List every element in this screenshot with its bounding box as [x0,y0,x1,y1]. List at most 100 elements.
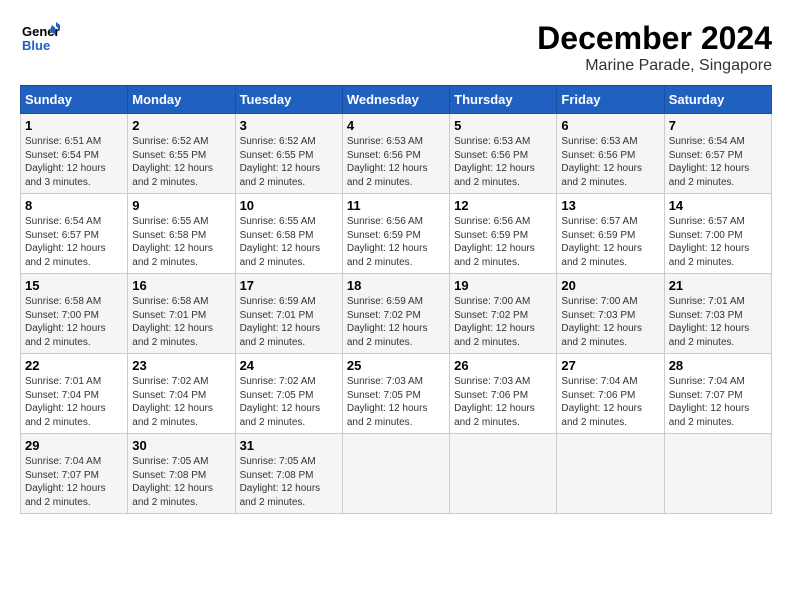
day-info: Sunrise: 6:58 AM Sunset: 7:00 PM Dayligh… [25,295,123,349]
day-number: 28 [669,358,767,373]
day-number: 3 [240,118,338,133]
day-info: Sunrise: 6:57 AM Sunset: 6:59 PM Dayligh… [561,215,659,269]
day-info: Sunrise: 6:54 AM Sunset: 6:57 PM Dayligh… [669,135,767,189]
day-info: Sunrise: 6:52 AM Sunset: 6:55 PM Dayligh… [132,135,230,189]
day-number: 15 [25,278,123,293]
calendar-cell: 28 Sunrise: 7:04 AM Sunset: 7:07 PM Dayli… [664,354,771,434]
svg-text:Blue: Blue [22,38,50,53]
logo: General Blue [20,20,60,65]
header-sunday: Sunday [21,86,128,114]
day-number: 14 [669,198,767,213]
calendar-cell [342,434,449,514]
day-info: Sunrise: 6:55 AM Sunset: 6:58 PM Dayligh… [132,215,230,269]
day-number: 25 [347,358,445,373]
calendar-header-row: SundayMondayTuesdayWednesdayThursdayFrid… [21,86,772,114]
calendar-cell: 16Sunrise: 6:58 AM Sunset: 7:01 PM Dayli… [128,274,235,354]
day-info: Sunrise: 7:05 AM Sunset: 7:08 PM Dayligh… [132,455,230,509]
calendar-cell: 19Sunrise: 7:00 AM Sunset: 7:02 PM Dayli… [450,274,557,354]
day-info: Sunrise: 6:53 AM Sunset: 6:56 PM Dayligh… [561,135,659,189]
day-info: Sunrise: 7:04 AM Sunset: 7:07 PM Dayligh… [669,375,767,429]
day-number: 29 [25,438,123,453]
day-number: 30 [132,438,230,453]
day-info: Sunrise: 6:53 AM Sunset: 6:56 PM Dayligh… [454,135,552,189]
calendar-week-row: 1 Sunrise: 6:51 AM Sunset: 6:54 PM Daylig… [21,114,772,194]
day-number: 1 [25,118,123,133]
day-number: 20 [561,278,659,293]
day-info: Sunrise: 7:00 AM Sunset: 7:03 PM Dayligh… [561,295,659,349]
day-number: 27 [561,358,659,373]
header-saturday: Saturday [664,86,771,114]
day-number: 31 [240,438,338,453]
calendar-week-row: 22 Sunrise: 7:01 AM Sunset: 7:04 PM Dayli… [21,354,772,434]
calendar-cell: 18 Sunrise: 6:59 AM Sunset: 7:02 PM Dayli… [342,274,449,354]
day-number: 21 [669,278,767,293]
day-info: Sunrise: 6:51 AM Sunset: 6:54 PM Dayligh… [25,135,123,189]
calendar-table: SundayMondayTuesdayWednesdayThursdayFrid… [20,85,772,514]
calendar-cell: 22 Sunrise: 7:01 AM Sunset: 7:04 PM Dayli… [21,354,128,434]
day-number: 10 [240,198,338,213]
calendar-cell [450,434,557,514]
day-number: 22 [25,358,123,373]
calendar-cell: 15 Sunrise: 6:58 AM Sunset: 7:00 PM Dayli… [21,274,128,354]
calendar-cell [557,434,664,514]
day-info: Sunrise: 7:03 AM Sunset: 7:06 PM Dayligh… [454,375,552,429]
calendar-week-row: 29 Sunrise: 7:04 AM Sunset: 7:07 PM Dayli… [21,434,772,514]
header-monday: Monday [128,86,235,114]
calendar-cell: 13 Sunrise: 6:57 AM Sunset: 6:59 PM Dayli… [557,194,664,274]
day-number: 2 [132,118,230,133]
day-number: 24 [240,358,338,373]
calendar-cell: 21 Sunrise: 7:01 AM Sunset: 7:03 PM Dayli… [664,274,771,354]
day-number: 4 [347,118,445,133]
day-info: Sunrise: 6:58 AM Sunset: 7:01 PM Dayligh… [132,295,230,349]
day-info: Sunrise: 7:02 AM Sunset: 7:05 PM Dayligh… [240,375,338,429]
day-info: Sunrise: 7:01 AM Sunset: 7:03 PM Dayligh… [669,295,767,349]
calendar-cell: 4 Sunrise: 6:53 AM Sunset: 6:56 PM Daylig… [342,114,449,194]
calendar-cell: 12 Sunrise: 6:56 AM Sunset: 6:59 PM Dayli… [450,194,557,274]
day-info: Sunrise: 7:01 AM Sunset: 7:04 PM Dayligh… [25,375,123,429]
calendar-cell: 26Sunrise: 7:03 AM Sunset: 7:06 PM Dayli… [450,354,557,434]
day-info: Sunrise: 6:59 AM Sunset: 7:02 PM Dayligh… [347,295,445,349]
day-number: 18 [347,278,445,293]
header-tuesday: Tuesday [235,86,342,114]
calendar-cell: 23Sunrise: 7:02 AM Sunset: 7:04 PM Dayli… [128,354,235,434]
day-number: 17 [240,278,338,293]
day-info: Sunrise: 6:55 AM Sunset: 6:58 PM Dayligh… [240,215,338,269]
calendar-cell: 25 Sunrise: 7:03 AM Sunset: 7:05 PM Dayli… [342,354,449,434]
calendar-cell: 3 Sunrise: 6:52 AM Sunset: 6:55 PM Daylig… [235,114,342,194]
calendar-cell: 8Sunrise: 6:54 AM Sunset: 6:57 PM Daylig… [21,194,128,274]
calendar-cell: 27 Sunrise: 7:04 AM Sunset: 7:06 PM Dayli… [557,354,664,434]
day-info: Sunrise: 6:57 AM Sunset: 7:00 PM Dayligh… [669,215,767,269]
day-number: 8 [25,198,123,213]
title-block: December 2024 Marine Parade, Singapore [537,20,772,75]
day-info: Sunrise: 7:04 AM Sunset: 7:06 PM Dayligh… [561,375,659,429]
calendar-cell: 2 Sunrise: 6:52 AM Sunset: 6:55 PM Daylig… [128,114,235,194]
day-number: 5 [454,118,552,133]
page-title: December 2024 [537,20,772,57]
calendar-cell: 20 Sunrise: 7:00 AM Sunset: 7:03 PM Dayli… [557,274,664,354]
day-info: Sunrise: 6:53 AM Sunset: 6:56 PM Dayligh… [347,135,445,189]
calendar-cell: 31Sunrise: 7:05 AM Sunset: 7:08 PM Dayli… [235,434,342,514]
day-info: Sunrise: 6:52 AM Sunset: 6:55 PM Dayligh… [240,135,338,189]
day-number: 19 [454,278,552,293]
day-number: 12 [454,198,552,213]
calendar-cell: 24 Sunrise: 7:02 AM Sunset: 7:05 PM Dayli… [235,354,342,434]
page-header: General Blue December 2024 Marine Parade… [20,20,772,75]
day-number: 7 [669,118,767,133]
calendar-cell: 9Sunrise: 6:55 AM Sunset: 6:58 PM Daylig… [128,194,235,274]
day-number: 13 [561,198,659,213]
day-number: 11 [347,198,445,213]
calendar-cell [664,434,771,514]
day-number: 6 [561,118,659,133]
header-friday: Friday [557,86,664,114]
calendar-cell: 7 Sunrise: 6:54 AM Sunset: 6:57 PM Daylig… [664,114,771,194]
day-info: Sunrise: 7:03 AM Sunset: 7:05 PM Dayligh… [347,375,445,429]
calendar-cell: 30 Sunrise: 7:05 AM Sunset: 7:08 PM Dayli… [128,434,235,514]
calendar-week-row: 15 Sunrise: 6:58 AM Sunset: 7:00 PM Dayli… [21,274,772,354]
calendar-cell: 29 Sunrise: 7:04 AM Sunset: 7:07 PM Dayli… [21,434,128,514]
calendar-cell: 14 Sunrise: 6:57 AM Sunset: 7:00 PM Dayli… [664,194,771,274]
calendar-cell: 1 Sunrise: 6:51 AM Sunset: 6:54 PM Daylig… [21,114,128,194]
day-info: Sunrise: 6:56 AM Sunset: 6:59 PM Dayligh… [454,215,552,269]
day-info: Sunrise: 7:04 AM Sunset: 7:07 PM Dayligh… [25,455,123,509]
calendar-cell: 5 Sunrise: 6:53 AM Sunset: 6:56 PM Daylig… [450,114,557,194]
calendar-cell: 6 Sunrise: 6:53 AM Sunset: 6:56 PM Daylig… [557,114,664,194]
